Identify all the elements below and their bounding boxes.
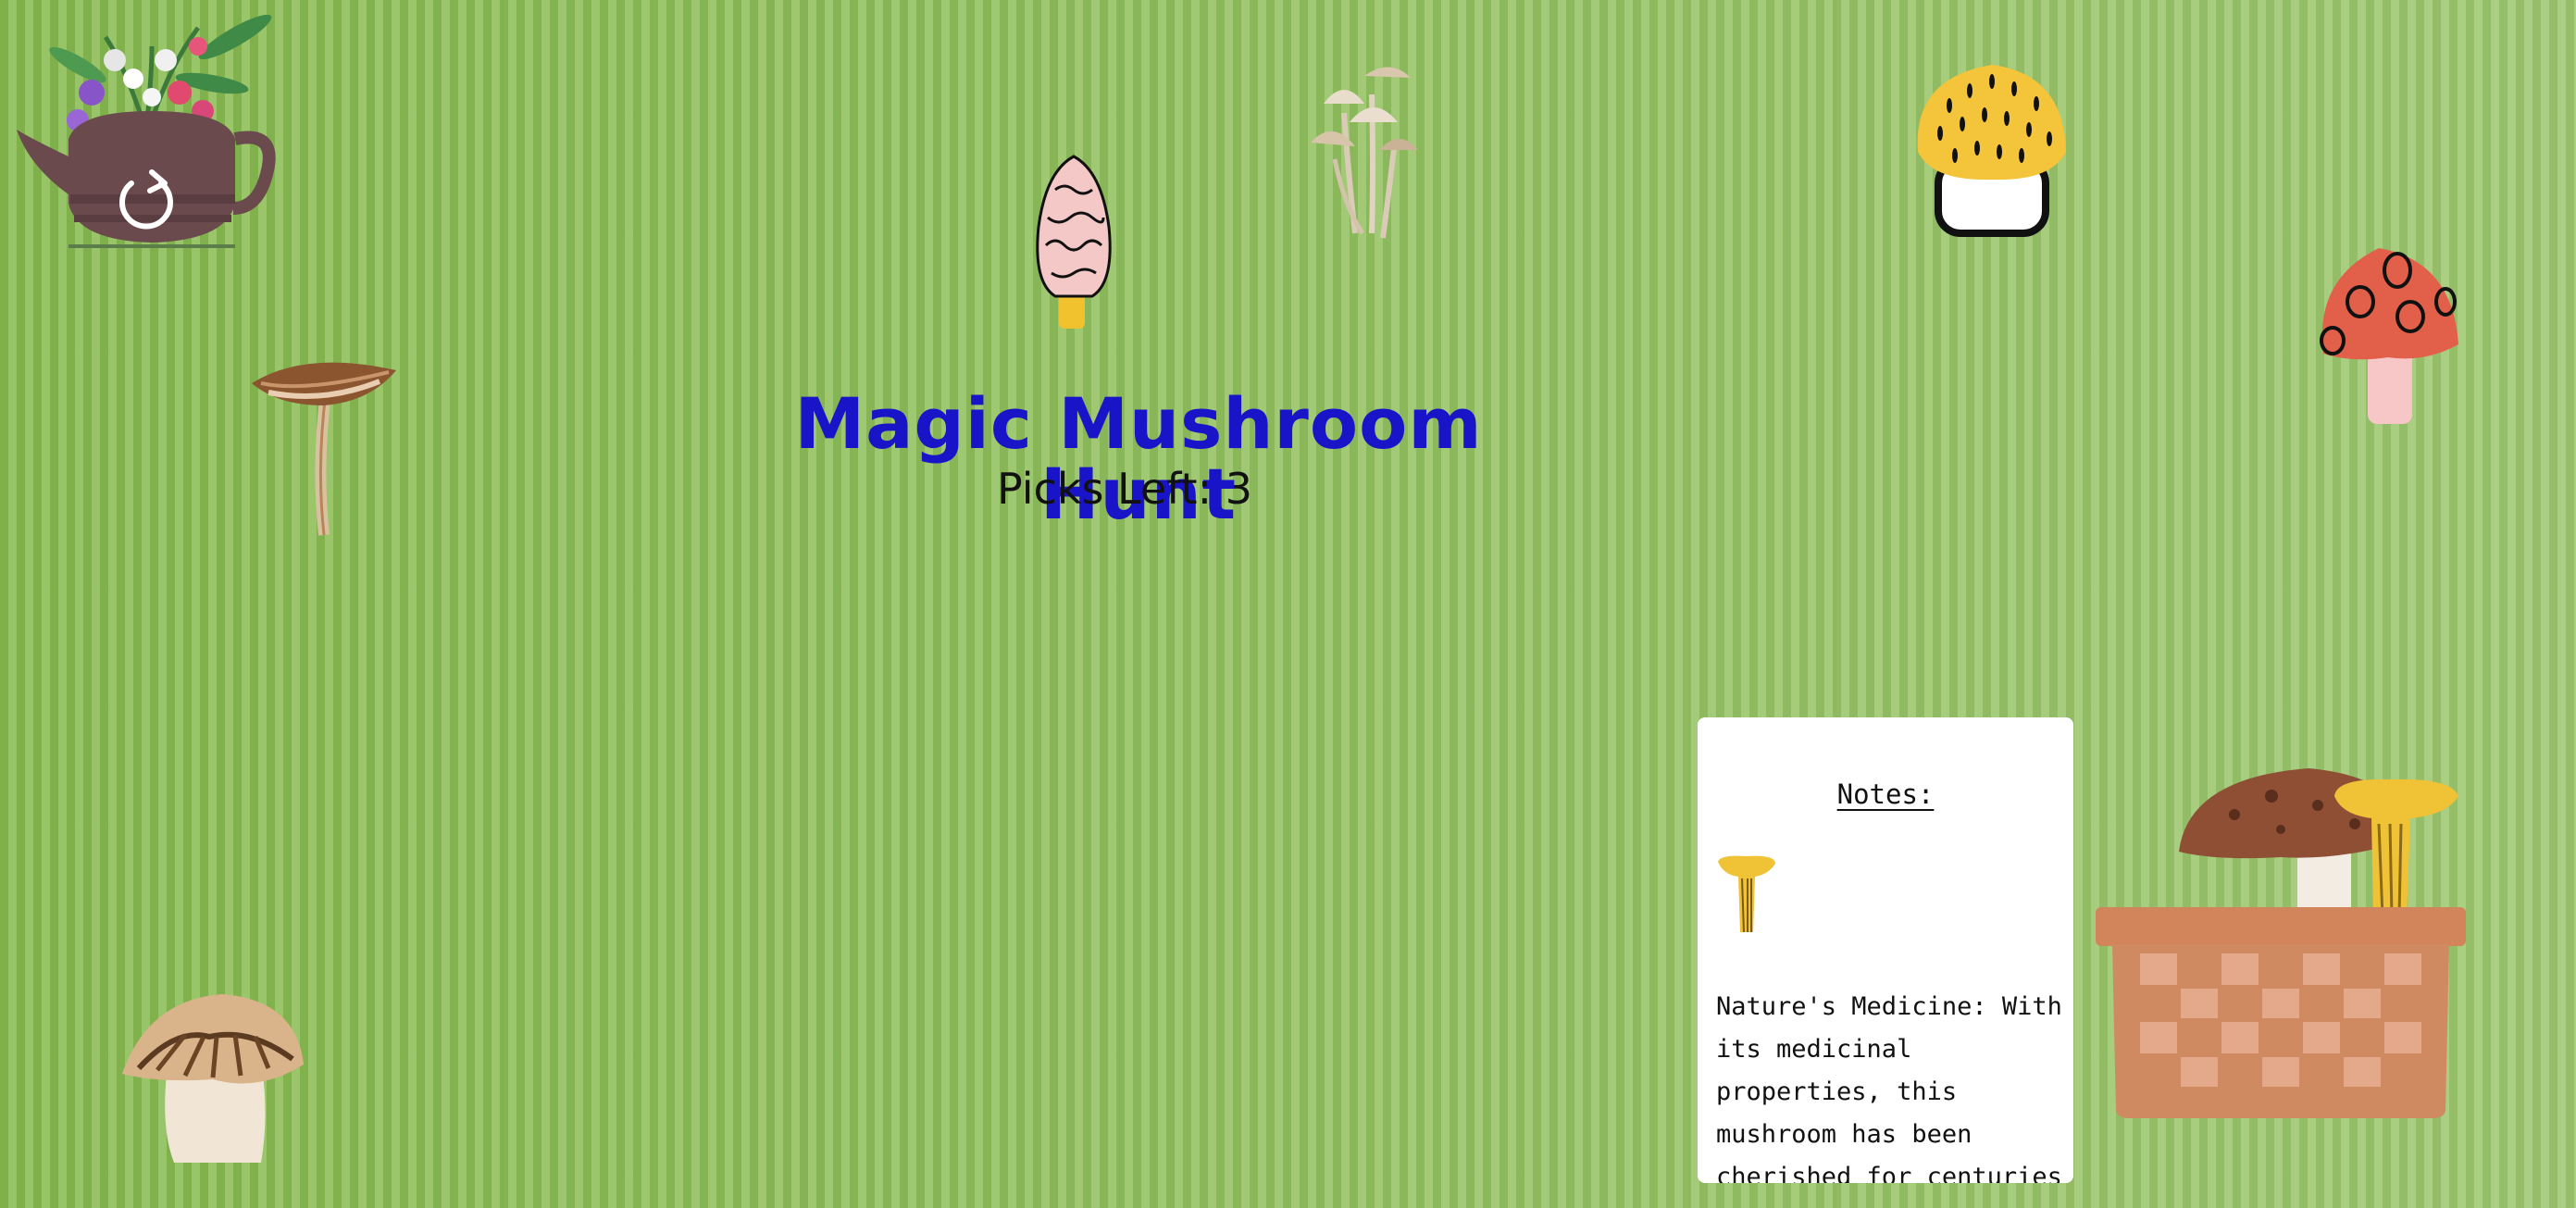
mushroom-basket-icon[interactable]: [2096, 768, 2466, 1118]
notes-text: Nature's Medicine: With its medicinal pr…: [1716, 992, 2062, 1183]
notes-title: Notes:: [1836, 778, 1935, 810]
chunky-tan-mushroom-icon[interactable]: [120, 990, 305, 1166]
restart-icon[interactable]: [109, 163, 183, 237]
picks-left-label: Picks Left: 3: [997, 464, 1252, 514]
chanterelle-mushroom-icon: [1716, 854, 1777, 934]
yellow-spotted-mushroom-icon[interactable]: [1912, 59, 2073, 241]
pale-thin-mushroom-icon[interactable]: [1294, 916, 1385, 1092]
restart-button[interactable]: [13, 9, 287, 252]
red-spotted-mushroom-icon[interactable]: [2314, 243, 2462, 428]
morel-mushroom-icon[interactable]: [1027, 153, 1120, 335]
mushroom-cluster-icon[interactable]: [1307, 57, 1422, 239]
notes-panel: Notes: Nature's Medicine: With its medic…: [1698, 717, 2073, 1183]
brown-tall-mushroom-icon[interactable]: [250, 355, 398, 537]
